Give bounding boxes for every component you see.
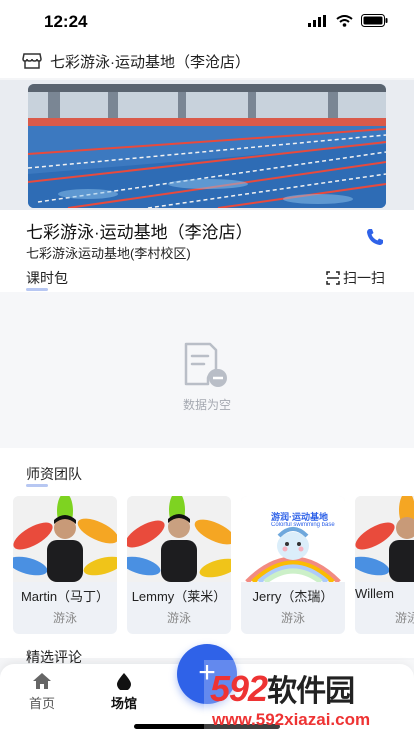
wifi-icon — [336, 14, 353, 27]
store-header[interactable]: 七彩游泳·运动基地（李沧店） — [0, 44, 414, 78]
team-section: 师资团队 Martin（马丁） 游泳 Lemmy（莱米） 游泳 游润·运动基地 … — [0, 448, 414, 658]
tab-venue[interactable]: 场馆 — [94, 672, 154, 712]
store-header-title: 七彩游泳·运动基地（李沧店） — [50, 53, 250, 71]
packages-header: 课时包 扫一扫 — [0, 262, 414, 292]
coach-name: Lemmy（莱米） — [131, 589, 227, 604]
scan-button[interactable]: 扫一扫 — [326, 268, 385, 288]
venue-name: 七彩游泳·运动基地（李沧店） — [26, 223, 253, 242]
coach-sport: 游泳 — [394, 611, 414, 625]
title-underline — [26, 484, 48, 487]
packages-section: 课时包 扫一扫 数据为空 — [0, 262, 414, 448]
call-button[interactable] — [364, 226, 386, 248]
signal-icon — [308, 14, 326, 27]
watermark-brand: 592软件园 — [210, 668, 355, 709]
status-time: 12:24 — [44, 12, 88, 31]
coach-name: Willem — [355, 586, 394, 601]
coach-sport: 游泳 — [52, 611, 77, 625]
drop-icon — [117, 673, 131, 690]
store-icon — [22, 53, 42, 69]
team-title: 师资团队 — [26, 464, 82, 487]
coach-card[interactable]: Lemmy（莱米） 游泳 — [127, 496, 231, 634]
home-icon — [33, 673, 51, 689]
status-icons — [308, 14, 388, 27]
pool-banner-image — [28, 84, 386, 208]
empty-text: 数据为空 — [182, 398, 231, 412]
coach-photo — [355, 496, 414, 582]
banner-area — [0, 80, 414, 210]
watermark-url: www.592xiazai.com — [212, 710, 371, 729]
tab-venue-label: 场馆 — [110, 696, 137, 711]
title-underline — [26, 288, 48, 291]
coach-name: Jerry（杰瑞） — [252, 589, 334, 604]
coach-name: Martin（马丁） — [20, 589, 110, 604]
status-bar: 12:24 — [0, 0, 414, 44]
coach-photo — [13, 496, 117, 582]
venue-info: 七彩游泳·运动基地（李沧店） 七彩游泳运动基地(李村校区) — [0, 210, 414, 262]
coach-card[interactable]: 游润·运动基地 Colorful swimming base Jerry（杰瑞）… — [241, 496, 345, 634]
tab-home[interactable]: 首页 — [12, 672, 72, 712]
tab-home-label: 首页 — [28, 696, 55, 711]
venue-branch: 七彩游泳运动基地(李村校区) — [26, 246, 191, 261]
coach-photo — [241, 496, 345, 582]
coach-photo — [127, 496, 231, 582]
coach-logo-subtext: Colorful swimming base — [271, 522, 335, 528]
coach-sport: 游泳 — [166, 611, 191, 625]
site-watermark: 592软件园 www.592xiazai.com — [204, 660, 414, 736]
coach-list[interactable]: Martin（马丁） 游泳 Lemmy（莱米） 游泳 游润·运动基地 Color… — [13, 496, 414, 634]
phone-icon — [367, 229, 383, 245]
coach-card[interactable]: Willem 游泳 — [355, 496, 414, 634]
empty-document-icon — [180, 340, 230, 390]
packages-title: 课时包 — [26, 268, 68, 291]
coach-card[interactable]: Martin（马丁） 游泳 — [13, 496, 117, 634]
coach-sport: 游泳 — [280, 611, 305, 625]
scan-label: 扫一扫 — [343, 270, 385, 286]
scan-icon — [326, 271, 340, 285]
battery-icon — [361, 14, 388, 27]
